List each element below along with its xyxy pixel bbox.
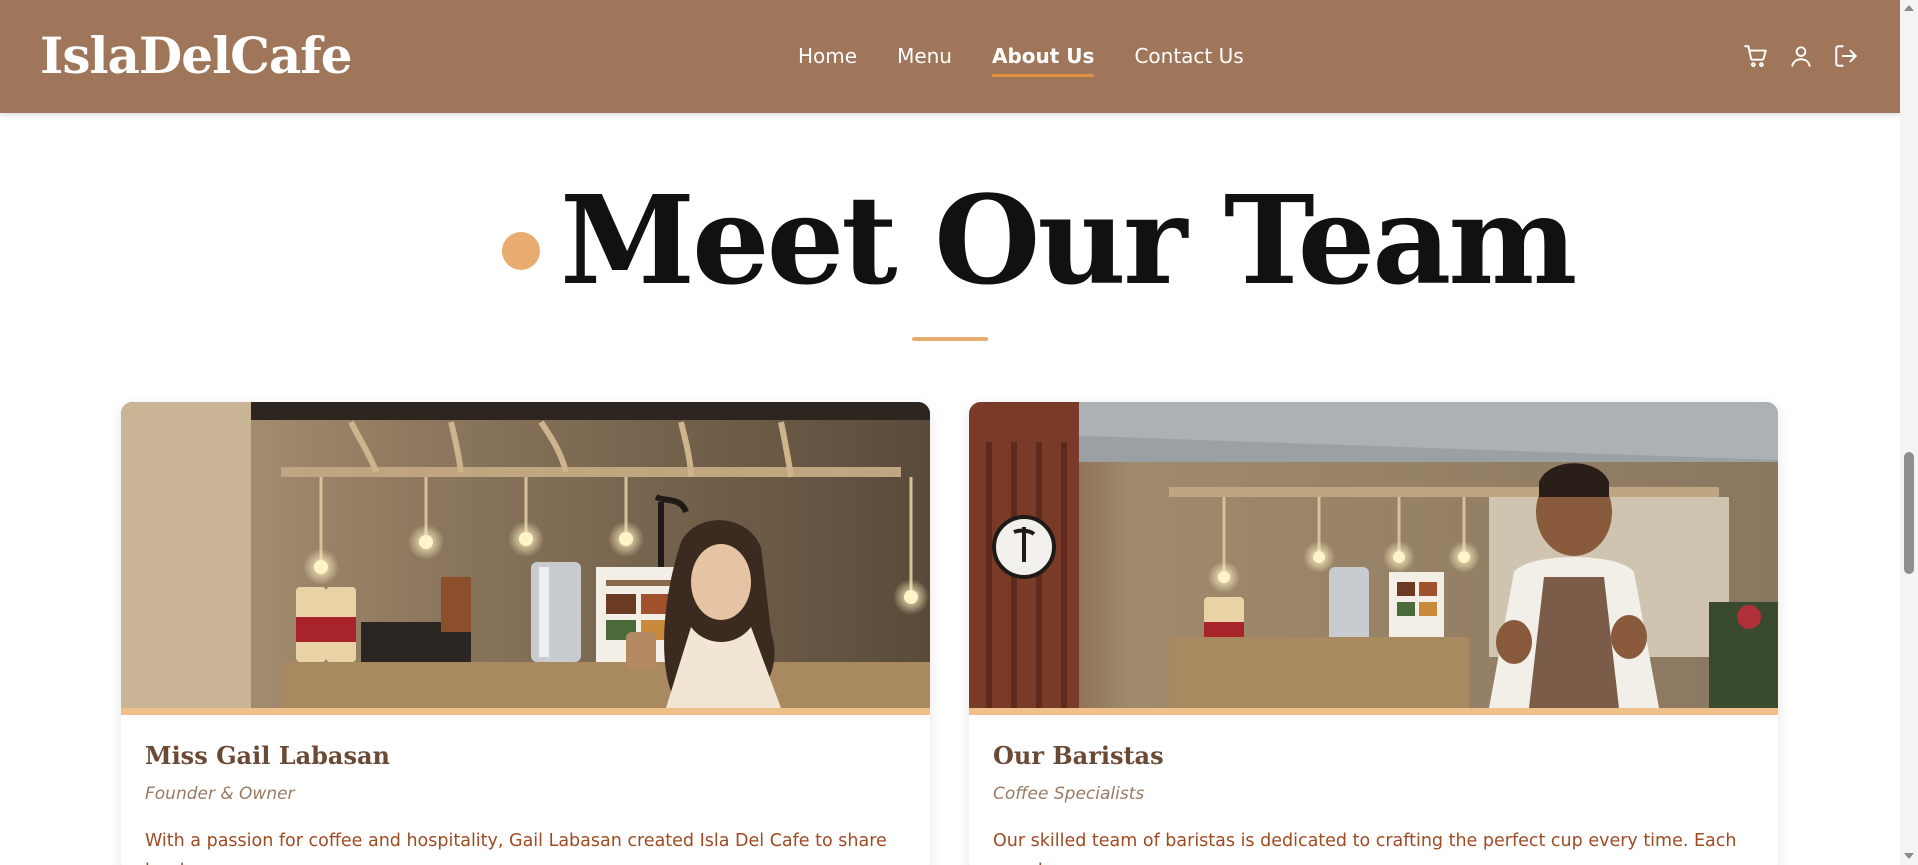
baristas-photo <box>969 402 1778 708</box>
team-member-name: Miss Gail Labasan <box>145 741 390 770</box>
nav-icons <box>1743 43 1859 69</box>
section-title: Meet Our Team <box>560 168 1577 312</box>
heading-accent-dot <box>502 232 540 270</box>
cart-icon[interactable] <box>1743 43 1769 69</box>
card-body: Miss Gail Labasan Founder & Owner With a… <box>121 715 930 865</box>
team-card-founder: Miss Gail Labasan Founder & Owner With a… <box>121 402 930 865</box>
team-member-role: Founder & Owner <box>145 784 295 804</box>
nav-home[interactable]: Home <box>798 44 857 68</box>
scroll-thumb[interactable] <box>1904 452 1914 574</box>
team-member-description: With a passion for coffee and hospitalit… <box>145 831 887 865</box>
founder-photo <box>121 402 930 708</box>
team-member-description: Our skilled team of baristas is dedicate… <box>993 831 1737 865</box>
scroll-down-arrow-icon[interactable] <box>1904 853 1914 859</box>
card-accent-bar <box>969 708 1778 715</box>
team-member-name: Our Baristas <box>993 741 1164 770</box>
scroll-up-arrow-icon[interactable] <box>1904 5 1914 11</box>
nav-contact-us[interactable]: Contact Us <box>1134 44 1243 68</box>
logout-icon[interactable] <box>1833 43 1859 69</box>
nav-about-us[interactable]: About Us <box>991 44 1095 77</box>
nav-menu[interactable]: Menu <box>897 44 952 68</box>
card-accent-bar <box>121 708 930 715</box>
heading-underline <box>912 337 988 341</box>
team-heading-section: Meet Our Team <box>0 170 1900 320</box>
page-scrollbar[interactable] <box>1900 0 1918 865</box>
brand-logo[interactable]: IslaDelCafe <box>40 26 353 85</box>
team-member-role: Coffee Specialists <box>993 784 1145 804</box>
main-nav: Home Menu About Us Contact Us <box>798 44 1244 77</box>
team-card-baristas: Our Baristas Coffee Specialists Our skil… <box>969 402 1778 865</box>
user-icon[interactable] <box>1788 43 1814 69</box>
card-body: Our Baristas Coffee Specialists Our skil… <box>969 715 1778 865</box>
top-navbar: IslaDelCafe Home Menu About Us Contact U… <box>0 0 1900 113</box>
